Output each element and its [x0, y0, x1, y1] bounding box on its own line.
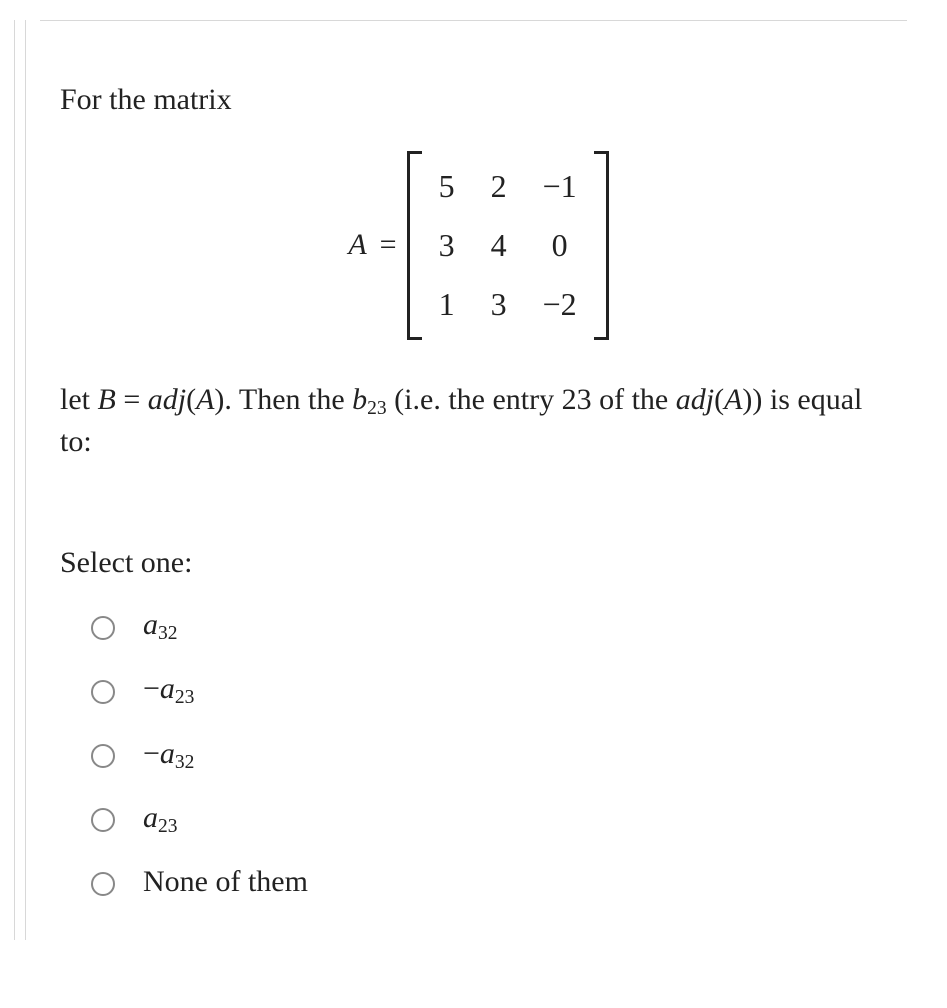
matrix-cell: 3	[473, 275, 525, 334]
left-divider	[14, 20, 26, 940]
question-intro: For the matrix	[60, 80, 897, 121]
options-list: a32 −a23 −a32 a23	[60, 605, 897, 902]
option-label: −a32	[143, 734, 194, 776]
select-one-label: Select one:	[60, 543, 897, 584]
matrix-brackets: 5 2 −1 3 4 0 1 3 −2	[407, 151, 609, 341]
radio-input[interactable]	[91, 808, 115, 832]
radio-input[interactable]	[91, 872, 115, 896]
top-divider	[40, 20, 907, 21]
matrix-name: A	[348, 228, 366, 261]
matrix-row: 3 4 0	[421, 216, 595, 275]
option-neg-a32[interactable]: −a32	[86, 734, 897, 776]
matrix-cell: 1	[421, 275, 473, 334]
matrix-cell: 4	[473, 216, 525, 275]
radio-input[interactable]	[91, 744, 115, 768]
option-a32[interactable]: a32	[86, 605, 897, 647]
radio-input[interactable]	[91, 680, 115, 704]
question-card: For the matrix A = 5 2 −1 3	[0, 0, 947, 1008]
matrix-row: 5 2 −1	[421, 157, 595, 216]
matrix-row: 1 3 −2	[421, 275, 595, 334]
matrix-cell: 0	[525, 216, 595, 275]
matrix-cell: −2	[525, 275, 595, 334]
matrix-equation: A = 5 2 −1 3 4 0	[60, 151, 897, 341]
radio-input[interactable]	[91, 616, 115, 640]
equals-sign: =	[380, 228, 397, 261]
option-neg-a23[interactable]: −a23	[86, 669, 897, 711]
option-label: a23	[143, 798, 178, 840]
option-none[interactable]: None of them	[86, 862, 897, 903]
question-body: let B = adj(A). Then the b23 (i.e. the e…	[60, 380, 897, 463]
option-a23[interactable]: a23	[86, 798, 897, 840]
question-content: For the matrix A = 5 2 −1 3	[40, 40, 907, 935]
option-label: None of them	[143, 862, 308, 903]
matrix-cell: 5	[421, 157, 473, 216]
matrix-table: 5 2 −1 3 4 0 1 3 −2	[421, 157, 595, 335]
matrix-cell: 3	[421, 216, 473, 275]
option-label: −a23	[143, 669, 194, 711]
matrix-cell: 2	[473, 157, 525, 216]
option-label: a32	[143, 605, 178, 647]
matrix-cell: −1	[525, 157, 595, 216]
